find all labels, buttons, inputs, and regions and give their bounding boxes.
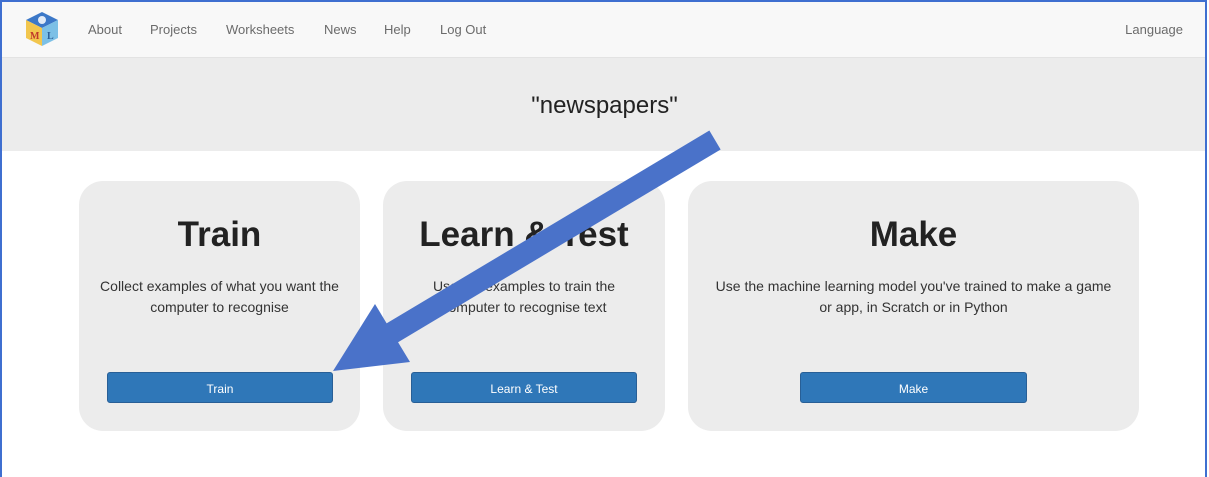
ml-cube-logo-icon[interactable]: M L [24, 10, 60, 48]
make-heading: Make [869, 215, 958, 254]
nav-link-worksheets[interactable]: Worksheets [226, 22, 294, 37]
train-button[interactable]: Train [107, 372, 333, 403]
nav-link-projects[interactable]: Projects [150, 22, 197, 37]
top-navbar: M L About Projects Worksheets News Help … [2, 2, 1205, 58]
make-button[interactable]: Make [800, 372, 1027, 403]
nav-link-log-out[interactable]: Log Out [440, 22, 486, 37]
learn-test-button[interactable]: Learn & Test [411, 372, 637, 403]
nav-link-help[interactable]: Help [384, 22, 411, 37]
nav-link-about[interactable]: About [88, 22, 122, 37]
make-description: Use the machine learning model you've tr… [715, 278, 1112, 315]
learn-test-description: Use the examples to train the computer t… [432, 278, 616, 315]
learn-test-heading: Learn & Test [419, 215, 629, 254]
learn-test-card: Learn & Test Use the examples to train t… [383, 181, 665, 431]
language-menu[interactable]: Language [1125, 22, 1183, 37]
svg-text:L: L [47, 31, 54, 42]
project-title: "newspapers" [531, 92, 678, 119]
train-card: Train Collect examples of what you want … [79, 181, 360, 431]
train-heading: Train [177, 215, 262, 254]
train-description: Collect examples of what you want the co… [100, 278, 339, 315]
svg-text:M: M [30, 31, 40, 42]
make-card: Make Use the machine learning model you'… [688, 181, 1139, 431]
nav-link-news[interactable]: News [324, 22, 357, 37]
